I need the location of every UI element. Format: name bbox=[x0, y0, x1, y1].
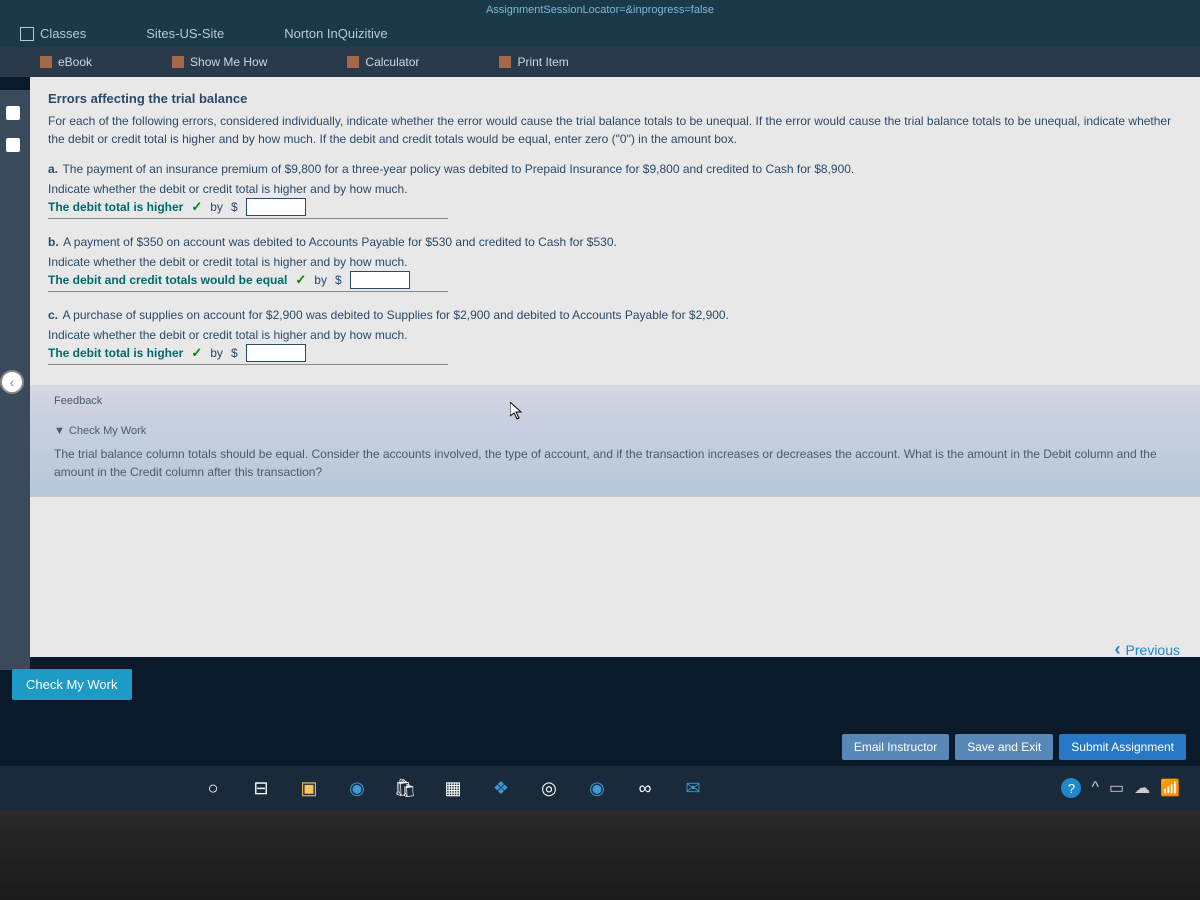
q-b-prompt: Indicate whether the debit or credit tot… bbox=[48, 255, 1182, 269]
q-c-amount-input[interactable] bbox=[246, 344, 306, 362]
question-b: b. A payment of $350 on account was debi… bbox=[48, 233, 1182, 292]
tool-show-me[interactable]: Show Me How bbox=[172, 55, 267, 69]
q-a-prompt: Indicate whether the debit or credit tot… bbox=[48, 182, 1182, 196]
edge2-icon[interactable]: ◉ bbox=[584, 775, 610, 801]
check-icon: ✓ bbox=[191, 199, 202, 215]
instructions: For each of the following errors, consid… bbox=[48, 112, 1182, 148]
classes-icon bbox=[20, 27, 34, 41]
tool-ebook[interactable]: eBook bbox=[40, 55, 92, 69]
q-b-by: by bbox=[314, 273, 327, 287]
q-a-by: by bbox=[210, 200, 223, 214]
help-icon[interactable]: ? bbox=[1061, 778, 1081, 798]
submit-assignment-button[interactable]: Submit Assignment bbox=[1059, 734, 1186, 760]
check-my-work-section: ▼ Check My Work The trial balance column… bbox=[30, 417, 1200, 497]
nav-sites-label: Sites-US-Site bbox=[146, 26, 224, 41]
cmw-label-text: Check My Work bbox=[69, 425, 146, 437]
question-a: a. The payment of an insurance premium o… bbox=[48, 160, 1182, 219]
feedback-section: Feedback bbox=[30, 385, 1200, 417]
show-me-icon bbox=[172, 56, 184, 68]
chrome-icon[interactable]: ◎ bbox=[536, 775, 562, 801]
q-c-by: by bbox=[210, 346, 223, 360]
mail-icon[interactable]: ✉ bbox=[680, 775, 706, 801]
dollar-icon: $ bbox=[231, 346, 238, 360]
tools-bar: eBook Show Me How Calculator Print Item bbox=[0, 47, 1200, 77]
store-icon[interactable]: 🛍 bbox=[392, 775, 418, 801]
q-c-answer[interactable]: The debit total is higher bbox=[48, 346, 183, 360]
wifi-icon[interactable]: 📶 bbox=[1160, 778, 1180, 798]
section-title: Errors affecting the trial balance bbox=[48, 91, 1182, 106]
collapse-button[interactable]: ‹ bbox=[0, 370, 24, 394]
nav-norton-label: Norton InQuizitive bbox=[284, 26, 387, 41]
task-view-icon[interactable]: ⊟ bbox=[248, 775, 274, 801]
main-content: Errors affecting the trial balance For e… bbox=[30, 77, 1200, 657]
q-b-answer-row: The debit and credit totals would be equ… bbox=[48, 271, 448, 292]
print-icon bbox=[499, 56, 511, 68]
q-a-answer[interactable]: The debit total is higher bbox=[48, 200, 183, 214]
nav-sites[interactable]: Sites-US-Site bbox=[146, 26, 224, 41]
q-a-amount-input[interactable] bbox=[246, 198, 306, 216]
infinity-icon[interactable]: ∞ bbox=[632, 775, 658, 801]
cortana-icon[interactable]: ○ bbox=[200, 775, 226, 801]
laptop-bezel bbox=[0, 810, 1200, 900]
tool-calculator[interactable]: Calculator bbox=[347, 55, 419, 69]
save-exit-button[interactable]: Save and Exit bbox=[955, 734, 1053, 760]
cursor-icon bbox=[510, 402, 526, 427]
check-icon: ✓ bbox=[295, 272, 306, 288]
q-c-prompt: Indicate whether the debit or credit tot… bbox=[48, 328, 1182, 342]
url-fragment: AssignmentSessionLocator=&inprogress=fal… bbox=[0, 0, 1200, 20]
previous-link[interactable]: Previous bbox=[1115, 639, 1180, 660]
q-b-answer[interactable]: The debit and credit totals would be equ… bbox=[48, 273, 287, 287]
check-my-work-button[interactable]: Check My Work bbox=[12, 669, 132, 700]
check-icon: ✓ bbox=[191, 345, 202, 361]
dollar-icon: $ bbox=[231, 200, 238, 214]
hint-text: The trial balance column totals should b… bbox=[54, 445, 1176, 481]
q-a-answer-row: The debit total is higher ✓ by $ bbox=[48, 198, 448, 219]
q-c-answer-row: The debit total is higher ✓ by $ bbox=[48, 344, 448, 365]
chevron-down-icon: ▼ bbox=[54, 425, 65, 437]
cmw-toggle[interactable]: ▼ Check My Work bbox=[54, 425, 1176, 437]
nav-classes[interactable]: Classes bbox=[20, 26, 86, 41]
system-tray: ? ^ ▭ ☁ 📶 bbox=[1061, 778, 1180, 798]
q-b-text: A payment of $350 on account was debited… bbox=[63, 235, 617, 249]
q-b-letter: b. bbox=[48, 235, 59, 249]
edge-icon[interactable]: ◉ bbox=[344, 775, 370, 801]
email-instructor-button[interactable]: Email Instructor bbox=[842, 734, 949, 760]
cloud-icon[interactable]: ☁ bbox=[1134, 778, 1150, 798]
q-a-text: The payment of an insurance premium of $… bbox=[62, 162, 854, 176]
tool-print-label: Print Item bbox=[517, 55, 568, 69]
tool-print[interactable]: Print Item bbox=[499, 55, 568, 69]
q-a-letter: a. bbox=[48, 162, 58, 176]
dollar-icon: $ bbox=[335, 273, 342, 287]
q-b-amount-input[interactable] bbox=[350, 271, 410, 289]
file-explorer-icon[interactable]: ▣ bbox=[296, 775, 322, 801]
top-nav: Classes Sites-US-Site Norton InQuizitive bbox=[0, 20, 1200, 47]
feedback-label: Feedback bbox=[54, 395, 1176, 407]
calculator-icon bbox=[347, 56, 359, 68]
tool-ebook-label: eBook bbox=[58, 55, 92, 69]
battery-icon[interactable]: ▭ bbox=[1109, 778, 1124, 798]
tool-calculator-label: Calculator bbox=[365, 55, 419, 69]
nav-classes-label: Classes bbox=[40, 26, 86, 41]
dropbox-icon[interactable]: ❖ bbox=[488, 775, 514, 801]
tool-show-me-label: Show Me How bbox=[190, 55, 267, 69]
footer-actions: Email Instructor Save and Exit Submit As… bbox=[842, 734, 1186, 760]
tray-chevron-icon[interactable]: ^ bbox=[1091, 779, 1099, 797]
ebook-icon bbox=[40, 56, 52, 68]
q-c-text: A purchase of supplies on account for $2… bbox=[62, 308, 728, 322]
question-c: c. A purchase of supplies on account for… bbox=[48, 306, 1182, 365]
q-c-letter: c. bbox=[48, 308, 58, 322]
app-grid-icon[interactable]: ▦ bbox=[440, 775, 466, 801]
nav-norton[interactable]: Norton InQuizitive bbox=[284, 26, 387, 41]
windows-taskbar: ○ ⊟ ▣ ◉ 🛍 ▦ ❖ ◎ ◉ ∞ ✉ ? ^ ▭ ☁ 📶 bbox=[0, 766, 1200, 810]
